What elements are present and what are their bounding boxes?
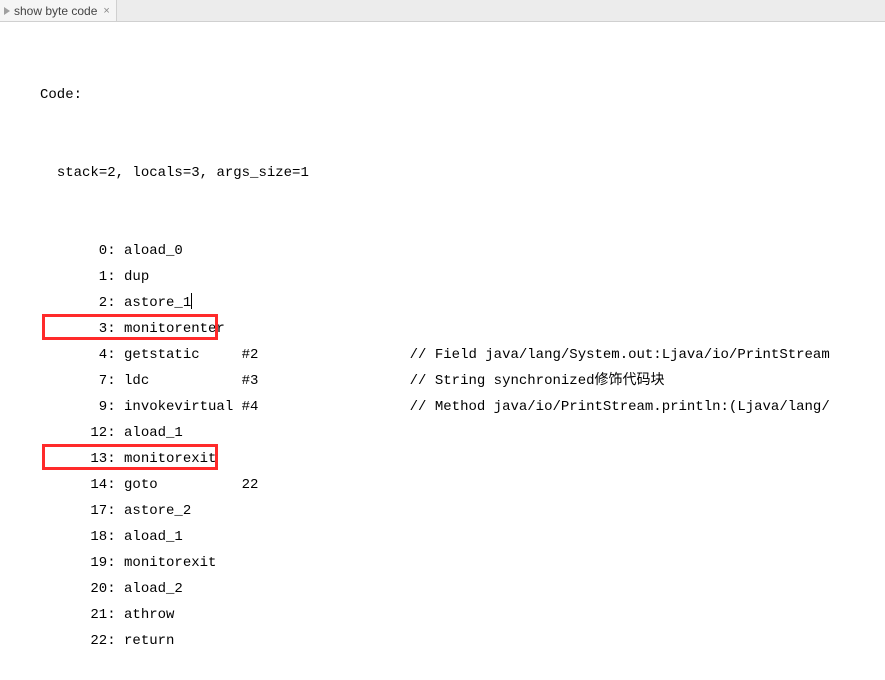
bytecode-content[interactable]: Code: stack=2, locals=3, args_size=1 0: … [0, 22, 885, 680]
code-header: Code: [40, 82, 885, 108]
bytecode-line: 21: athrow [40, 602, 885, 628]
bytecode-line: 18: aload_1 [40, 524, 885, 550]
bytecode-line: 20: aload_2 [40, 576, 885, 602]
bytecode-line: 13: monitorexit [40, 446, 885, 472]
bytecode-line: 7: ldc #3 // String synchronized修饰代码块 [40, 368, 885, 394]
close-icon[interactable]: × [101, 5, 109, 17]
bytecode-line: 2: astore_1 [40, 290, 885, 316]
bytecode-line: 0: aload_0 [40, 238, 885, 264]
bytecode-line: 14: goto 22 [40, 472, 885, 498]
text-caret [191, 293, 192, 309]
tab-show-byte-code[interactable]: show byte code × [0, 0, 117, 21]
tab-title: show byte code [14, 4, 97, 18]
bytecode-line: 9: invokevirtual #4 // Method java/io/Pr… [40, 394, 885, 420]
code-meta: stack=2, locals=3, args_size=1 [40, 160, 885, 186]
play-icon [4, 7, 10, 15]
bytecode-line: 17: astore_2 [40, 498, 885, 524]
bytecode-line: 1: dup [40, 264, 885, 290]
bytecode-line: 12: aload_1 [40, 420, 885, 446]
bytecode-line: 22: return [40, 628, 885, 654]
tab-bar: show byte code × [0, 0, 885, 22]
bytecode-line: 4: getstatic #2 // Field java/lang/Syste… [40, 342, 885, 368]
bytecode-line: 19: monitorexit [40, 550, 885, 576]
bytecode-line: 3: monitorenter [40, 316, 885, 342]
